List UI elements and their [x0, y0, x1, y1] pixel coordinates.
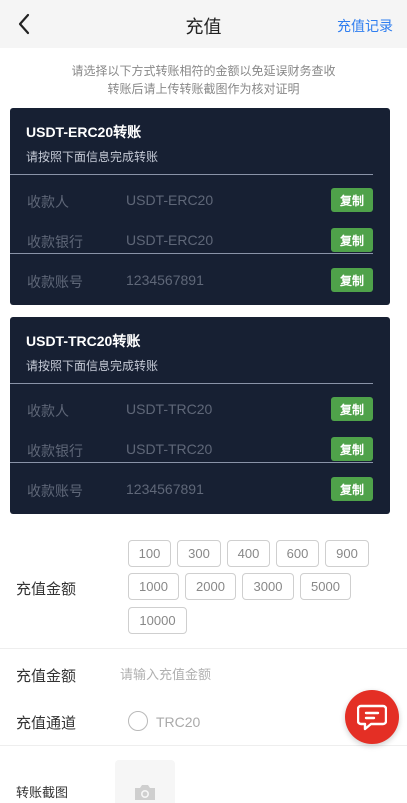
- notice-line-1: 请选择以下方式转账相符的金额以免延误财务查收: [71, 64, 336, 78]
- erc20-transfer-card: USDT-ERC20转账 请按照下面信息完成转账 收款人 USDT-ERC20 …: [10, 108, 390, 305]
- payee-value: USDT-TRC20: [126, 401, 213, 417]
- amount-chip-400[interactable]: 400: [227, 540, 270, 567]
- chat-icon: [357, 704, 387, 731]
- recharge-records-link[interactable]: 充值记录: [337, 16, 393, 36]
- screenshot-upload-button[interactable]: [115, 760, 175, 803]
- card-divider: [10, 462, 373, 463]
- bank-label: 收款银行: [27, 443, 83, 459]
- card-divider: [10, 174, 373, 175]
- customer-service-chat-button[interactable]: [345, 690, 399, 744]
- payee-row: 收款人 USDT-ERC20 复制: [10, 188, 390, 212]
- notice-line-2: 转账后请上传转账截图作为核对证明: [107, 82, 300, 96]
- account-label: 收款账号: [27, 483, 83, 499]
- amount-options-label: 充值金额: [16, 581, 77, 598]
- channel-radio-trc20[interactable]: [128, 711, 148, 731]
- amount-chip-2000[interactable]: 2000: [185, 573, 236, 600]
- trc20-transfer-card: USDT-TRC20转账 请按照下面信息完成转账 收款人 USDT-TRC20 …: [10, 317, 390, 514]
- copy-bank-button[interactable]: 复制: [331, 228, 373, 252]
- section-divider: [0, 648, 407, 649]
- copy-bank-button[interactable]: 复制: [331, 437, 373, 461]
- amount-chip-10000[interactable]: 10000: [128, 607, 187, 634]
- account-label: 收款账号: [27, 274, 83, 290]
- payee-row: 收款人 USDT-TRC20 复制: [10, 397, 390, 421]
- account-row: 收款账号 1234567891 复制: [10, 268, 390, 292]
- copy-account-button[interactable]: 复制: [331, 477, 373, 501]
- card-divider: [10, 253, 373, 254]
- card-title: USDT-TRC20转账: [26, 333, 141, 349]
- screenshot-label: 转账截图: [16, 785, 69, 800]
- payee-value: USDT-ERC20: [126, 192, 214, 208]
- channel-label: 充值通道: [16, 715, 77, 732]
- top-nav-bar: 充值 充值记录: [0, 0, 407, 48]
- copy-payee-button[interactable]: 复制: [331, 188, 373, 212]
- account-value: 1234567891: [126, 272, 204, 288]
- section-divider: [0, 745, 407, 746]
- amount-chip-3000[interactable]: 3000: [242, 573, 294, 600]
- bank-row: 收款银行 USDT-TRC20 复制: [10, 437, 390, 461]
- amount-chip-5000[interactable]: 5000: [300, 573, 351, 600]
- bank-label: 收款银行: [27, 234, 83, 250]
- amount-chip-100[interactable]: 100: [128, 540, 171, 567]
- amount-chip-600[interactable]: 600: [276, 540, 319, 567]
- card-title: USDT-ERC20转账: [26, 124, 142, 140]
- bank-row: 收款银行 USDT-ERC20 复制: [10, 228, 390, 252]
- channel-option-label[interactable]: TRC20: [156, 714, 200, 730]
- bank-value: USDT-TRC20: [126, 441, 213, 457]
- amount-chip-300[interactable]: 300: [177, 540, 221, 567]
- copy-account-button[interactable]: 复制: [331, 268, 373, 292]
- camera-icon: [135, 785, 155, 800]
- card-subtitle: 请按照下面信息完成转账: [26, 359, 159, 373]
- card-subtitle: 请按照下面信息完成转账: [26, 150, 159, 164]
- payee-label: 收款人: [27, 194, 69, 210]
- account-value: 1234567891: [126, 481, 204, 497]
- account-row: 收款账号 1234567891 复制: [10, 477, 390, 501]
- amount-chip-1000[interactable]: 1000: [128, 573, 179, 600]
- bank-value: USDT-ERC20: [126, 232, 214, 248]
- copy-payee-button[interactable]: 复制: [331, 397, 373, 421]
- amount-input[interactable]: [120, 662, 360, 686]
- transfer-notice: 请选择以下方式转账相符的金额以免延误财务查收 转账后请上传转账截图作为核对证明: [0, 62, 407, 98]
- payee-label: 收款人: [27, 403, 69, 419]
- amount-input-label: 充值金额: [16, 668, 77, 685]
- amount-chip-900[interactable]: 900: [325, 540, 369, 567]
- card-divider: [10, 383, 373, 384]
